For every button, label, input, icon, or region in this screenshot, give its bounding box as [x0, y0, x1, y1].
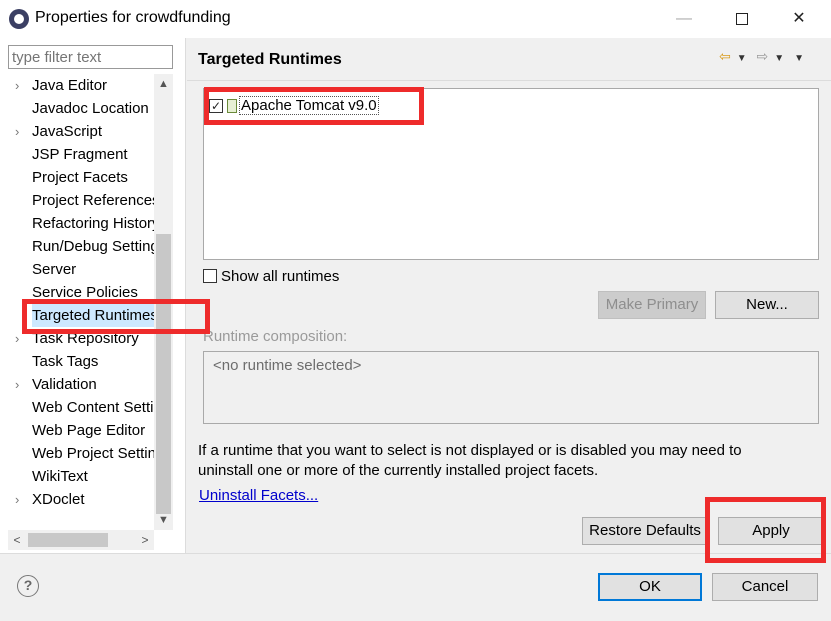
navigation-toolbar: ⇦ ▼ ⇨ ▼ ▼ [719, 48, 810, 65]
sidebar-item-task-tags[interactable]: Task Tags [0, 350, 154, 373]
sidebar-item-java-editor[interactable]: › Java Editor [0, 74, 154, 97]
scroll-left-icon[interactable]: < [8, 530, 26, 550]
sidebar-item-label: Task Tags [32, 353, 99, 370]
footer-divider [0, 553, 831, 554]
sidebar-item-server[interactable]: Server [0, 258, 154, 281]
title-bar: Properties for crowdfunding — ✕ [0, 0, 831, 38]
apply-button[interactable]: Apply [718, 517, 824, 545]
property-tree: › Java Editor Javadoc Location › JavaScript J… [0, 74, 154, 530]
show-all-label: Show all runtimes [221, 267, 340, 285]
help-icon[interactable]: ? [17, 575, 39, 597]
sidebar-item-label: Task Repository [32, 330, 139, 347]
expand-chevron-icon[interactable]: › [15, 488, 19, 511]
sidebar-item-web-content-settings[interactable]: Web Content Settings [0, 396, 154, 419]
runtime-composition-label: Runtime composition: [203, 328, 348, 345]
sidebar-item-validation[interactable]: › Validation [0, 373, 154, 396]
sidebar-item-javadoc-location[interactable]: Javadoc Location [0, 97, 154, 120]
back-arrow-icon[interactable]: ⇦ [719, 48, 731, 65]
sidebar-item-project-references[interactable]: Project References [0, 189, 154, 212]
sidebar-item-label: Project Facets [32, 169, 128, 186]
sidebar-item-label: Run/Debug Settings [32, 238, 154, 255]
sidebar-item-web-project-settings[interactable]: Web Project Settings [0, 442, 154, 465]
sidebar-item-label: Validation [32, 376, 97, 393]
title-divider [187, 80, 831, 81]
runtime-label: Apache Tomcat v9.0 [239, 96, 379, 115]
runtime-composition-placeholder: <no runtime selected> [213, 357, 362, 374]
runtime-list: ✓ Apache Tomcat v9.0 [203, 88, 819, 260]
forward-menu-chevron-icon[interactable]: ▼ [774, 53, 784, 64]
minimize-button[interactable]: — [664, 6, 704, 32]
ok-button[interactable]: OK [598, 573, 702, 601]
info-line-1: If a runtime that you want to select is … [198, 442, 742, 459]
expand-chevron-icon[interactable]: › [15, 373, 19, 396]
expand-chevron-icon[interactable]: › [15, 327, 19, 350]
sidebar-item-project-facets[interactable]: Project Facets [0, 166, 154, 189]
filter-input[interactable] [8, 45, 173, 69]
maximize-icon [736, 12, 748, 25]
sidebar-item-label: Refactoring History [32, 215, 154, 232]
main-content: Targeted Runtimes ⇦ ▼ ⇨ ▼ ▼ ✓ Apache Tomcat… [187, 38, 831, 553]
maximize-button[interactable] [722, 6, 762, 32]
scroll-right-icon[interactable]: > [136, 530, 154, 550]
sidebar-item-service-policies[interactable]: Service Policies [0, 281, 154, 304]
sidebar-item-label: WikiText [32, 468, 88, 485]
back-menu-chevron-icon[interactable]: ▼ [737, 53, 747, 64]
close-button[interactable]: ✕ [779, 6, 819, 32]
runtime-composition-box: <no runtime selected> [203, 351, 819, 424]
runtime-checkbox[interactable]: ✓ [209, 98, 223, 113]
sidebar-item-label: Targeted Runtimes [32, 304, 154, 327]
sidebar-item-label: JSP Fragment [32, 146, 128, 163]
sidebar-item-label: Java Editor [32, 77, 108, 94]
sidebar-item-label: Web Page Editor [32, 422, 146, 439]
sidebar: › Java Editor Javadoc Location › JavaScript J… [0, 38, 186, 553]
info-line-2: uninstall one or more of the currently i… [198, 462, 599, 479]
sidebar-item-label: Service Policies [32, 284, 138, 301]
scroll-down-icon[interactable]: ▼ [154, 510, 173, 530]
sidebar-item-xdoclet[interactable]: › XDoclet [0, 488, 154, 511]
scroll-up-icon[interactable]: ▲ [154, 74, 173, 94]
eclipse-app-icon [9, 9, 29, 29]
sidebar-vertical-scrollbar[interactable]: ▲ ▼ [154, 74, 173, 530]
forward-arrow-icon[interactable]: ⇨ [757, 48, 769, 65]
sidebar-item-label: JavaScript [32, 123, 103, 140]
sidebar-item-refactoring-history[interactable]: Refactoring History [0, 212, 154, 235]
sidebar-item-wikitext[interactable]: WikiText [0, 465, 154, 488]
cancel-button[interactable]: Cancel [712, 573, 818, 601]
server-runtime-icon [227, 98, 237, 113]
view-menu-chevron-icon[interactable]: ▼ [794, 53, 804, 64]
show-all-runtimes[interactable]: Show all runtimes [203, 267, 339, 285]
uninstall-facets-link[interactable]: Uninstall Facets... [199, 487, 318, 504]
runtime-row[interactable]: ✓ Apache Tomcat v9.0 [209, 96, 379, 118]
sidebar-item-targeted-runtimes[interactable]: Targeted Runtimes [0, 304, 154, 327]
horizontal-scroll-thumb[interactable] [28, 533, 108, 547]
sidebar-item-javascript[interactable]: › JavaScript [0, 120, 154, 143]
window-title: Properties for crowdfunding [35, 9, 231, 26]
scroll-thumb[interactable] [156, 234, 171, 514]
sidebar-item-label: Web Project Settings [32, 445, 154, 462]
sidebar-item-label: Javadoc Location [32, 100, 149, 117]
new-runtime-button[interactable]: New... [715, 291, 819, 319]
make-primary-button[interactable]: Make Primary [598, 291, 706, 319]
expand-chevron-icon[interactable]: › [15, 74, 19, 97]
restore-defaults-button[interactable]: Restore Defaults [582, 517, 708, 545]
sidebar-horizontal-scrollbar[interactable]: < > [8, 530, 154, 550]
sidebar-item-label: XDoclet [32, 491, 85, 508]
expand-chevron-icon[interactable]: › [15, 120, 19, 143]
info-text: If a runtime that you want to select is … [198, 441, 818, 481]
sidebar-item-label: Server [32, 261, 77, 278]
sidebar-item-jsp-fragment[interactable]: JSP Fragment [0, 143, 154, 166]
sidebar-item-task-repository[interactable]: › Task Repository [0, 327, 154, 350]
page-title: Targeted Runtimes [198, 51, 342, 68]
sidebar-item-web-page-editor[interactable]: Web Page Editor [0, 419, 154, 442]
sidebar-item-run-debug-settings[interactable]: Run/Debug Settings [0, 235, 154, 258]
show-all-checkbox[interactable] [203, 269, 217, 284]
sidebar-item-label: Project References [32, 192, 154, 209]
sidebar-item-label: Web Content Settings [32, 399, 154, 416]
